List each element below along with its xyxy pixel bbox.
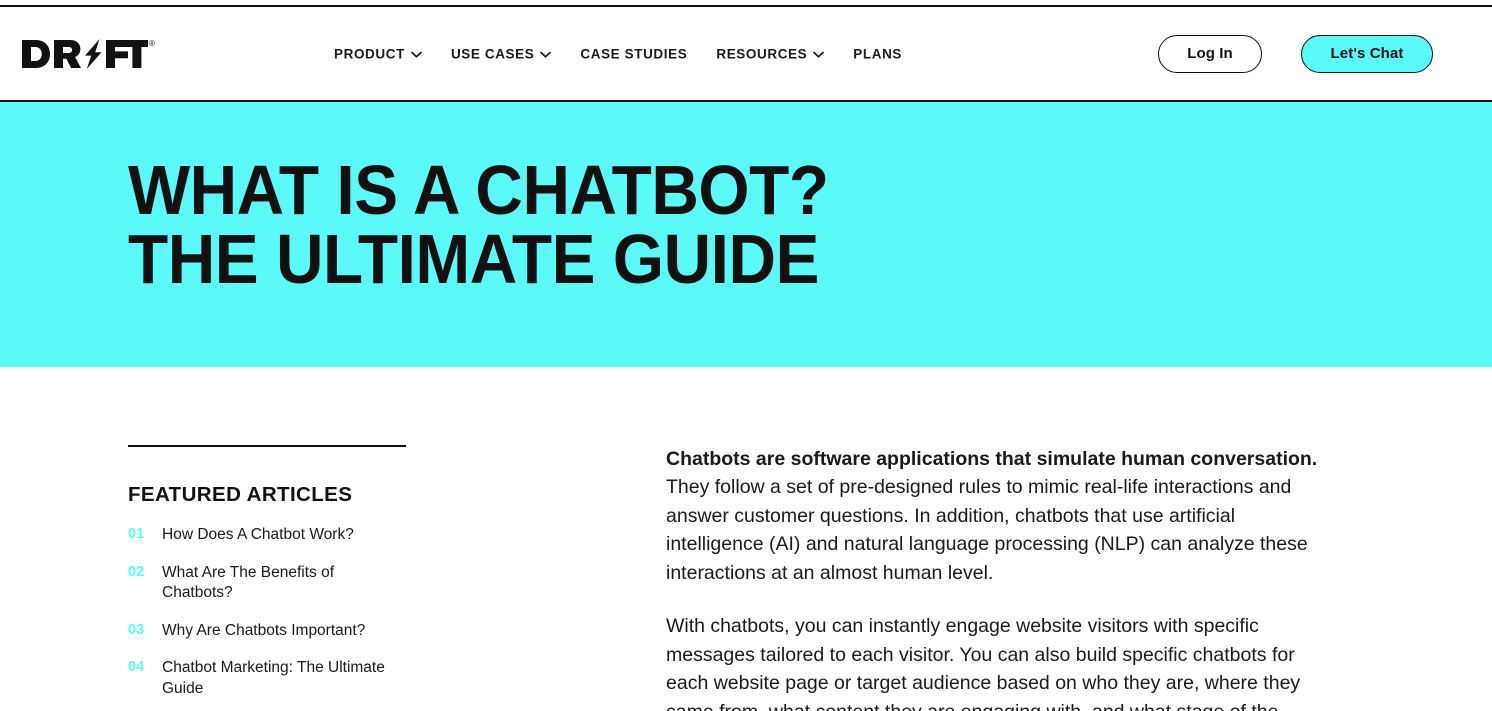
nav-item-use-cases[interactable]: USE CASES (450, 46, 552, 61)
main-content: FEATURED ARTICLES 01 How Does A Chatbot … (0, 367, 1492, 711)
article-number: 02 (128, 563, 145, 580)
article-link: What Are The Benefits of Chatbots? (162, 563, 335, 602)
article-link: Chatbot Marketing: The Ultimate Guide (162, 659, 385, 698)
list-item[interactable]: 01 How Does A Chatbot Work? (128, 525, 538, 546)
nav-item-resources[interactable]: RESOURCES (716, 46, 825, 61)
article-number: 01 (128, 526, 145, 542)
login-button[interactable]: Log In (1158, 34, 1262, 73)
nav-item-resources-label: RESOURCES (716, 46, 808, 61)
top-strip (0, 0, 1492, 7)
main-navigation: PRODUCT USE CASES CASE STUDIES RESOURCES (334, 46, 902, 61)
page-title: WHAT IS A CHATBOT? THE ULTIMATE GUIDE (128, 151, 829, 299)
drift-wordmark-icon (22, 38, 148, 69)
nav-item-case-studies-label: CASE STUDIES (580, 46, 688, 61)
nav-item-use-cases-label: USE CASES (450, 46, 535, 61)
featured-articles-heading: FEATURED ARTICLES (128, 483, 353, 506)
lets-chat-button[interactable]: Let's Chat (1301, 34, 1433, 73)
nav-item-case-studies[interactable]: CASE STUDIES (580, 46, 687, 61)
drift-logo[interactable]: ® (22, 38, 155, 69)
list-item[interactable]: 03 Why Are Chatbots Important? (128, 621, 538, 642)
chevron-down-icon (813, 51, 825, 58)
page-root: ® PRODUCT USE CASES CASE STUDIES RESOURC… (0, 0, 1492, 711)
chevron-down-icon (411, 51, 422, 58)
hero-banner: WHAT IS A CHATBOT? THE ULTIMATE GUIDE (0, 102, 1492, 367)
registered-trademark-icon: ® (149, 38, 155, 48)
sidebar-divider (128, 445, 406, 447)
paragraph-1-lead: Chatbots are software applications that … (666, 448, 1318, 470)
list-item[interactable]: 02 What Are The Benefits of Chatbots? (128, 563, 538, 604)
article-link: Why Are Chatbots Important? (162, 621, 366, 639)
article-number: 03 (128, 621, 145, 638)
nav-item-plans[interactable]: PLANS (853, 46, 902, 61)
featured-articles-sidebar: FEATURED ARTICLES 01 How Does A Chatbot … (128, 445, 538, 711)
header-actions: Log In Let's Chat (1158, 34, 1433, 73)
nav-item-product-label: PRODUCT (334, 46, 405, 61)
site-header: ® PRODUCT USE CASES CASE STUDIES RESOURC… (0, 7, 1492, 102)
article-link: How Does A Chatbot Work? (162, 526, 354, 543)
list-item[interactable]: 04 Chatbot Marketing: The Ultimate Guide (128, 658, 538, 699)
nav-item-plans-label: PLANS (853, 46, 903, 61)
article-body: Chatbots are software applications that … (538, 445, 1328, 711)
paragraph-1-rest: They follow a set of pre-designed rules … (666, 476, 1308, 584)
article-number: 04 (128, 659, 145, 676)
paragraph-2: With chatbots, you can instantly engage … (666, 615, 1301, 711)
paragraph-1: Chatbots are software applications that … (666, 445, 1328, 587)
featured-articles-list: 01 How Does A Chatbot Work? 02 What Are … (128, 525, 538, 700)
chevron-down-icon (540, 51, 552, 58)
nav-item-product[interactable]: PRODUCT (334, 46, 422, 61)
